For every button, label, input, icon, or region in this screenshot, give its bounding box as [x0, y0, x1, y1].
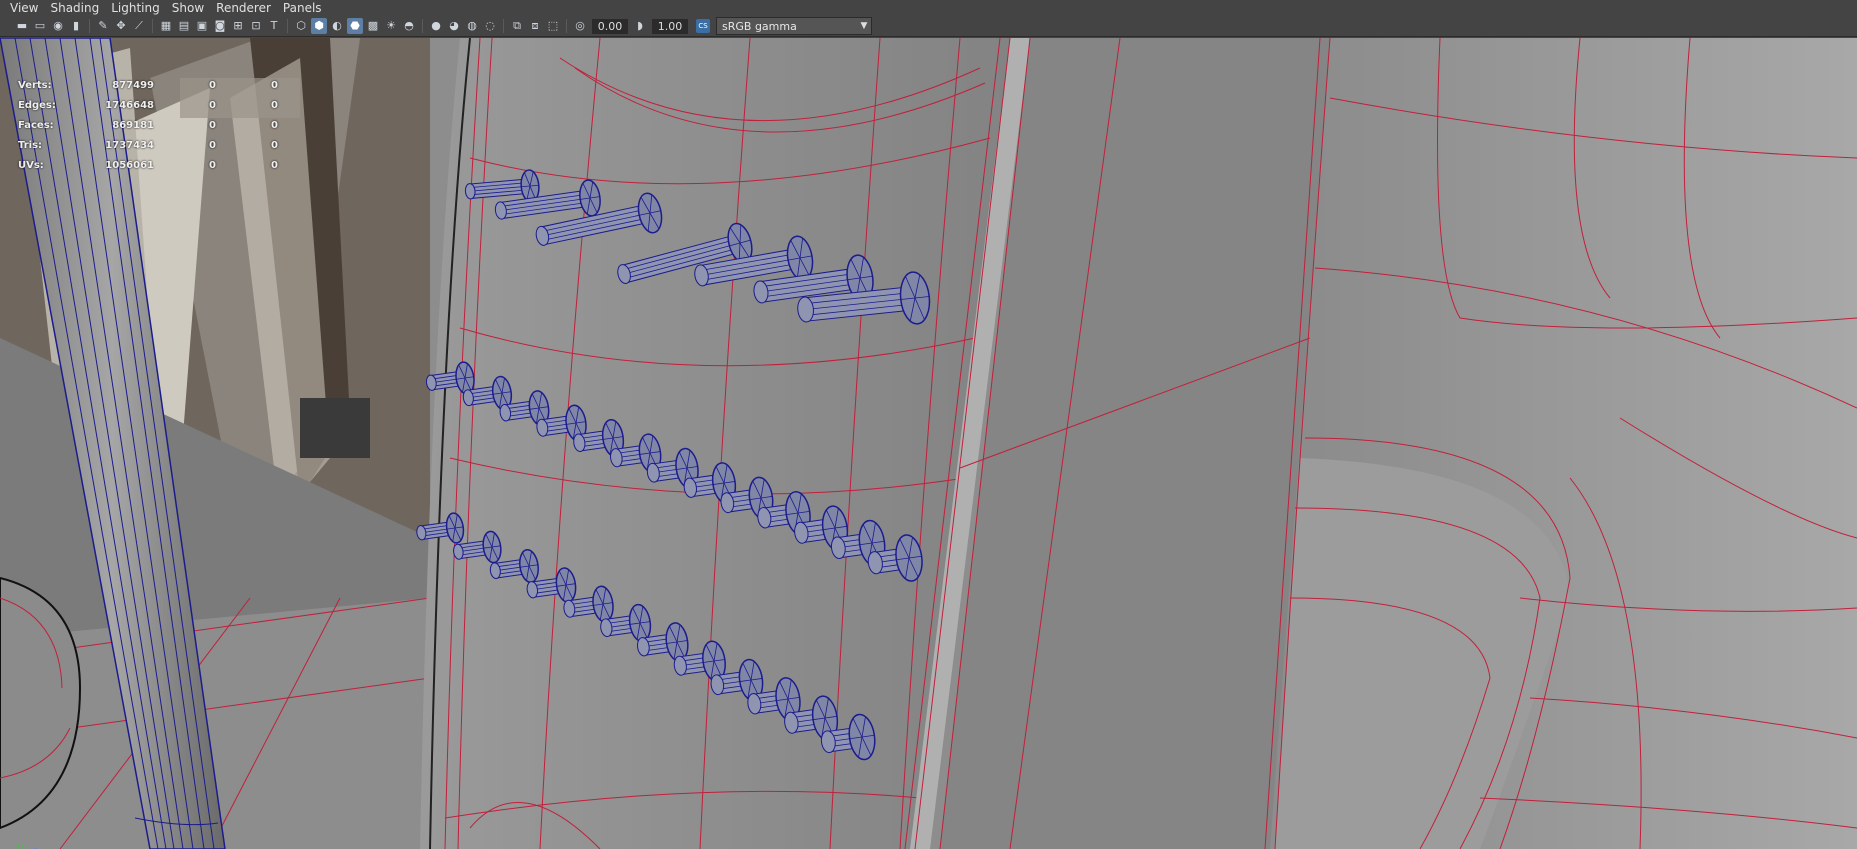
viewport[interactable]: Verts: 877499 0 0 Edges: 1746648 0 0 Fac… — [0, 38, 1857, 849]
grid-icon[interactable]: ▦ — [158, 18, 174, 34]
screen-ambient-occlusion-icon[interactable]: ● — [428, 18, 444, 34]
gamma-icon[interactable]: ◗ — [632, 18, 648, 34]
camera-icon[interactable]: ▬ — [14, 18, 30, 34]
exposure-field[interactable] — [592, 18, 628, 34]
menu-bar: View Shading Lighting Show Renderer Pane… — [0, 0, 1857, 16]
twod-zoom-icon[interactable]: ⟋ — [131, 18, 147, 34]
twod-pan-icon[interactable]: ✥ — [113, 18, 129, 34]
hud-value: 1056061 — [105, 160, 154, 171]
hud-value: 0 — [271, 120, 278, 131]
color-space-dropdown[interactable]: sRGB gamma ▼ — [716, 17, 872, 35]
hud-row-verts: Verts: 877499 0 0 — [18, 76, 278, 96]
toolbar-separator — [566, 19, 567, 33]
menu-renderer[interactable]: Renderer — [210, 0, 277, 16]
xray-icon[interactable]: ▩ — [365, 18, 381, 34]
hud-value: 0 — [209, 160, 216, 171]
toolbar-separator — [287, 19, 288, 33]
toolbar-separator — [422, 19, 423, 33]
resolution-gate-icon[interactable]: ▣ — [194, 18, 210, 34]
heads-up-icon[interactable]: ⬚ — [545, 18, 561, 34]
hud-value: 0 — [209, 140, 216, 151]
hud-value: 1737434 — [105, 140, 154, 151]
use-all-lights-icon[interactable]: ☀ — [383, 18, 399, 34]
hud-value: 869181 — [112, 120, 154, 131]
hud-row-edges: Edges: 1746648 0 0 — [18, 96, 278, 116]
multisample-aa-icon[interactable]: ◍ — [464, 18, 480, 34]
hud-value: 1746648 — [105, 100, 154, 111]
image-plane-icon[interactable]: ▮ — [68, 18, 84, 34]
hud-row-uvs: UVs: 1056061 0 0 — [18, 156, 278, 176]
menu-view[interactable]: View — [0, 0, 44, 16]
color-space-value: sRGB gamma — [722, 19, 797, 33]
axis-y-label: y — [16, 841, 20, 849]
bookmark-icon[interactable]: ◉ — [50, 18, 66, 34]
hud-value: 0 — [209, 120, 216, 131]
hud-label: Tris: — [18, 140, 43, 151]
wireframe-icon[interactable]: ⬡ — [293, 18, 309, 34]
hud-value: 0 — [209, 100, 216, 111]
safe-action-icon[interactable]: ⊡ — [248, 18, 264, 34]
exposure-icon[interactable]: ◎ — [572, 18, 588, 34]
hud-label: Verts: — [18, 80, 52, 91]
axis-gizmo-icon: x y z — [16, 841, 37, 849]
hud-label: Faces: — [18, 120, 54, 131]
hud-label: UVs: — [18, 160, 44, 171]
menu-show[interactable]: Show — [166, 0, 210, 16]
grease-pencil-icon[interactable]: ✎ — [95, 18, 111, 34]
isolate-select-icon[interactable]: ⧉ — [509, 18, 525, 34]
main-panel-object — [420, 38, 1010, 849]
camera-attr-icon[interactable]: ▭ — [32, 18, 48, 34]
film-gate-icon[interactable]: ▤ — [176, 18, 192, 34]
safe-title-icon[interactable]: T — [266, 18, 282, 34]
shadows-icon[interactable]: ◓ — [401, 18, 417, 34]
hud-value: 0 — [209, 80, 216, 91]
hud-value: 0 — [271, 100, 278, 111]
wireframe-on-shaded-icon[interactable]: ⬣ — [347, 18, 363, 34]
hud-row-tris: Tris: 1737434 0 0 — [18, 136, 278, 156]
menu-shading[interactable]: Shading — [44, 0, 105, 16]
motion-blur-icon[interactable]: ◕ — [446, 18, 462, 34]
toolbar-separator — [152, 19, 153, 33]
hud-value: 0 — [271, 80, 278, 91]
scene-render — [0, 38, 1857, 849]
poly-count-hud: Verts: 877499 0 0 Edges: 1746648 0 0 Fac… — [18, 76, 278, 176]
default-material-icon[interactable]: ◐ — [329, 18, 345, 34]
hud-value: 0 — [271, 160, 278, 171]
gamma-field[interactable] — [652, 18, 688, 34]
xray-active-icon[interactable]: ⧈ — [527, 18, 543, 34]
smooth-shade-icon[interactable]: ⬢ — [311, 18, 327, 34]
chevron-down-icon: ▼ — [860, 21, 868, 31]
hud-value: 877499 — [112, 80, 154, 91]
toolbar-separator — [89, 19, 90, 33]
right-curved-object — [1274, 38, 1857, 849]
hud-row-faces: Faces: 869181 0 0 — [18, 116, 278, 136]
menu-lighting[interactable]: Lighting — [105, 0, 166, 16]
hud-value: 0 — [271, 140, 278, 151]
toolbar-separator — [503, 19, 504, 33]
menu-panels[interactable]: Panels — [277, 0, 328, 16]
depth-of-field-icon[interactable]: ◌ — [482, 18, 498, 34]
color-management-icon[interactable]: CS — [696, 19, 710, 33]
hud-label: Edges: — [18, 100, 56, 111]
panel-toolbar: ▬ ▭ ◉ ▮ ✎ ✥ ⟋ ▦ ▤ ▣ ◙ ⊞ ⊡ T ⬡ ⬢ ◐ ⬣ ▩ ☀ … — [0, 16, 1857, 37]
field-chart-icon[interactable]: ⊞ — [230, 18, 246, 34]
gate-mask-icon[interactable]: ◙ — [212, 18, 228, 34]
